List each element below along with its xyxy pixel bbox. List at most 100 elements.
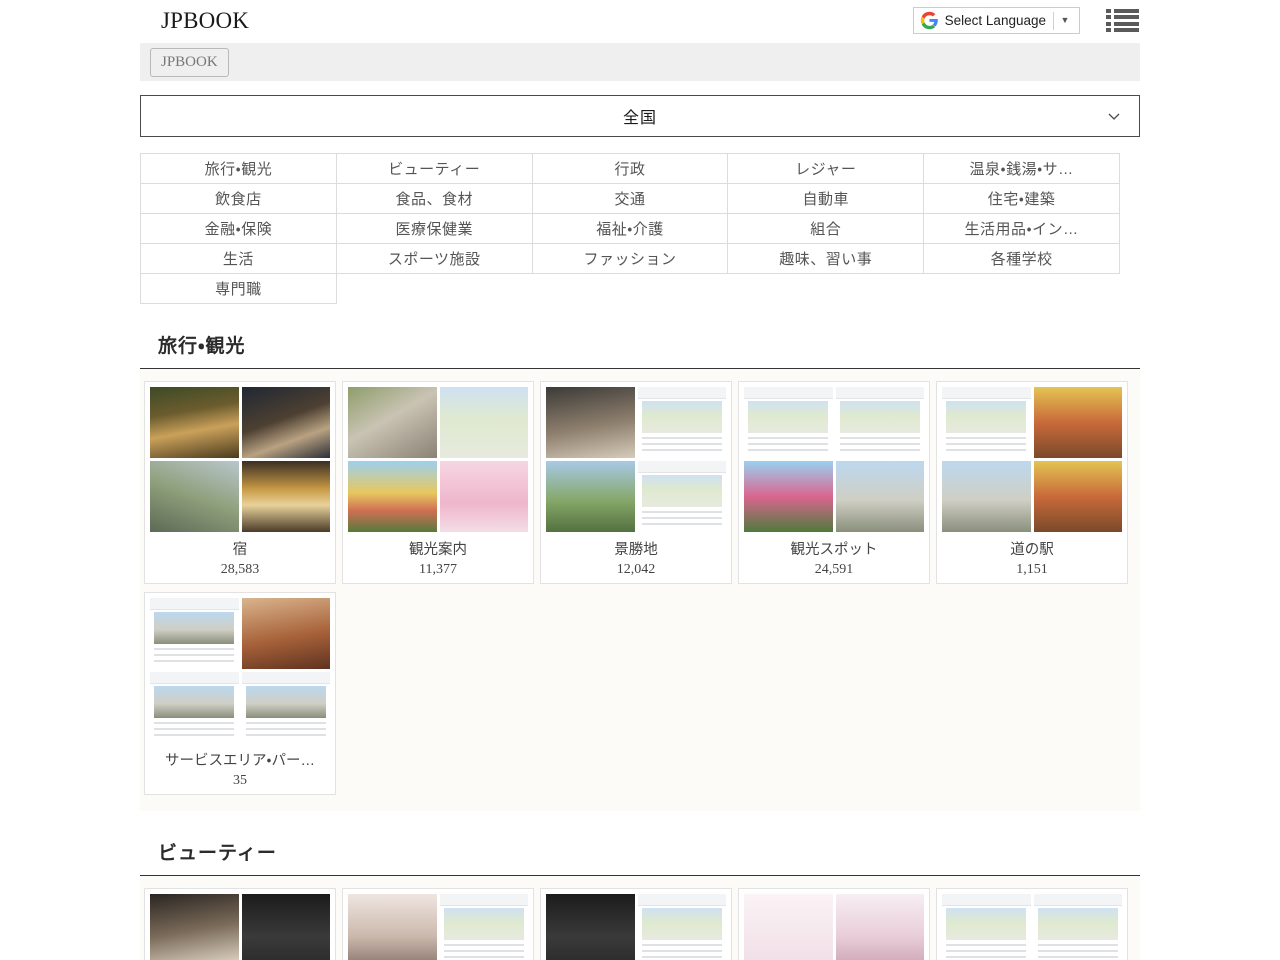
category-row: 飲食店食品、食材交通自動車住宅・建築: [141, 184, 1120, 214]
category-cell[interactable]: 生活用品・イン…: [924, 214, 1120, 244]
chevron-down-icon[interactable]: ▼: [1054, 7, 1076, 34]
thumbnail-image: [836, 894, 925, 960]
thumbnail-tile: [150, 598, 239, 669]
category-cell[interactable]: 組合: [728, 214, 924, 244]
thumbnail-tile: [1034, 894, 1123, 960]
thumbnail-image: [638, 894, 727, 960]
list-menu-icon[interactable]: [1106, 8, 1140, 34]
card-label: サービスエリア・パー…: [150, 751, 330, 771]
section-title: ビューティー: [158, 841, 1140, 867]
category-cell[interactable]: スポーツ施設: [336, 244, 532, 274]
category-cell[interactable]: レジャー: [728, 154, 924, 184]
google-translate-widget[interactable]: Select Language ▼: [913, 7, 1080, 34]
category-cell[interactable]: 生活: [141, 244, 337, 274]
category-cell[interactable]: ビューティー: [336, 154, 532, 184]
category-card[interactable]: 観光案内11,377: [342, 381, 534, 584]
category-cell-empty: [336, 274, 532, 304]
category-card[interactable]: サービスエリア・パー…35: [144, 592, 336, 795]
category-card[interactable]: 宿28,583: [144, 381, 336, 584]
card-thumbnail: [150, 387, 330, 532]
thumbnail-tile: [942, 461, 1031, 532]
thumbnail-tile: [150, 894, 239, 960]
category-row: 旅行・観光ビューティー行政レジャー温泉・銭湯・サ…: [141, 154, 1120, 184]
thumbnail-tile: [150, 672, 239, 743]
card-thumbnail: [150, 598, 330, 743]
category-cell[interactable]: 福祉・介護: [532, 214, 728, 244]
category-card[interactable]: [540, 888, 732, 960]
thumbnail-image: [836, 461, 925, 532]
category-cell[interactable]: 自動車: [728, 184, 924, 214]
thumbnail-image: [638, 461, 727, 532]
thumbnail-tile: [242, 461, 331, 532]
thumbnail-image: [242, 461, 331, 532]
thumbnail-image: [638, 387, 727, 458]
thumbnail-tile: [942, 387, 1031, 458]
thumbnail-tile: [440, 461, 529, 532]
breadcrumb-item-jpbook[interactable]: JPBOOK: [150, 48, 229, 77]
chevron-down-icon: [1107, 109, 1121, 123]
thumbnail-image: [150, 387, 239, 458]
category-cell[interactable]: 金融・保険: [141, 214, 337, 244]
card-label: 道の駅: [942, 540, 1122, 560]
category-card[interactable]: [342, 888, 534, 960]
category-cell[interactable]: 趣味、習い事: [728, 244, 924, 274]
thumbnail-image: [440, 461, 529, 532]
region-select[interactable]: 全国: [140, 95, 1140, 137]
card-label: 観光案内: [348, 540, 528, 560]
category-cell[interactable]: 住宅・建築: [924, 184, 1120, 214]
thumbnail-image: [348, 461, 437, 532]
site-title: JPBOOK: [161, 8, 249, 34]
thumbnail-image: [150, 461, 239, 532]
thumbnail-tile: [150, 387, 239, 458]
thumbnail-image: [836, 387, 925, 458]
category-cell[interactable]: 飲食店: [141, 184, 337, 214]
thumbnail-tile: [744, 461, 833, 532]
thumbnail-tile: [638, 387, 727, 458]
category-card[interactable]: 景勝地12,042: [540, 381, 732, 584]
card-grid: [140, 876, 1140, 960]
thumbnail-tile: [744, 894, 833, 960]
card-thumbnail: [546, 894, 726, 960]
category-cell[interactable]: 専門職: [141, 274, 337, 304]
thumbnail-tile: [242, 672, 331, 743]
thumbnail-image: [942, 461, 1031, 532]
thumbnail-image: [1034, 461, 1123, 532]
card-thumbnail: [348, 894, 528, 960]
card-thumbnail: [744, 894, 924, 960]
menu-row: [1106, 9, 1140, 13]
thumbnail-tile: [348, 894, 437, 960]
category-cell[interactable]: ファッション: [532, 244, 728, 274]
thumbnail-image: [546, 387, 635, 458]
thumbnail-tile: [440, 387, 529, 458]
card-label: 景勝地: [546, 540, 726, 560]
card-count: 35: [150, 771, 330, 790]
thumbnail-image: [348, 387, 437, 458]
category-card[interactable]: [738, 888, 930, 960]
category-cell[interactable]: 旅行・観光: [141, 154, 337, 184]
category-cell[interactable]: 医療保健業: [336, 214, 532, 244]
category-card[interactable]: [936, 888, 1128, 960]
category-cell[interactable]: 行政: [532, 154, 728, 184]
thumbnail-image: [546, 461, 635, 532]
category-row: 生活スポーツ施設ファッション趣味、習い事各種学校: [141, 244, 1120, 274]
thumbnail-tile: [242, 894, 331, 960]
card-count: 12,042: [546, 560, 726, 579]
thumbnail-tile: [836, 894, 925, 960]
thumbnail-image: [440, 387, 529, 458]
category-cell[interactable]: 温泉・銭湯・サ…: [924, 154, 1120, 184]
card-thumbnail: [942, 387, 1122, 532]
category-cell-empty: [728, 274, 924, 304]
card-thumbnail: [546, 387, 726, 532]
category-card[interactable]: 道の駅1,151: [936, 381, 1128, 584]
category-card[interactable]: [144, 888, 336, 960]
card-count: 24,591: [744, 560, 924, 579]
category-cell[interactable]: 各種学校: [924, 244, 1120, 274]
thumbnail-image: [242, 672, 331, 743]
thumbnail-tile: [348, 461, 437, 532]
thumbnail-tile: [744, 387, 833, 458]
category-cell[interactable]: 食品、食材: [336, 184, 532, 214]
category-card[interactable]: 観光スポット24,591: [738, 381, 930, 584]
thumbnail-image: [150, 672, 239, 743]
category-cell[interactable]: 交通: [532, 184, 728, 214]
thumbnail-image: [440, 894, 529, 960]
